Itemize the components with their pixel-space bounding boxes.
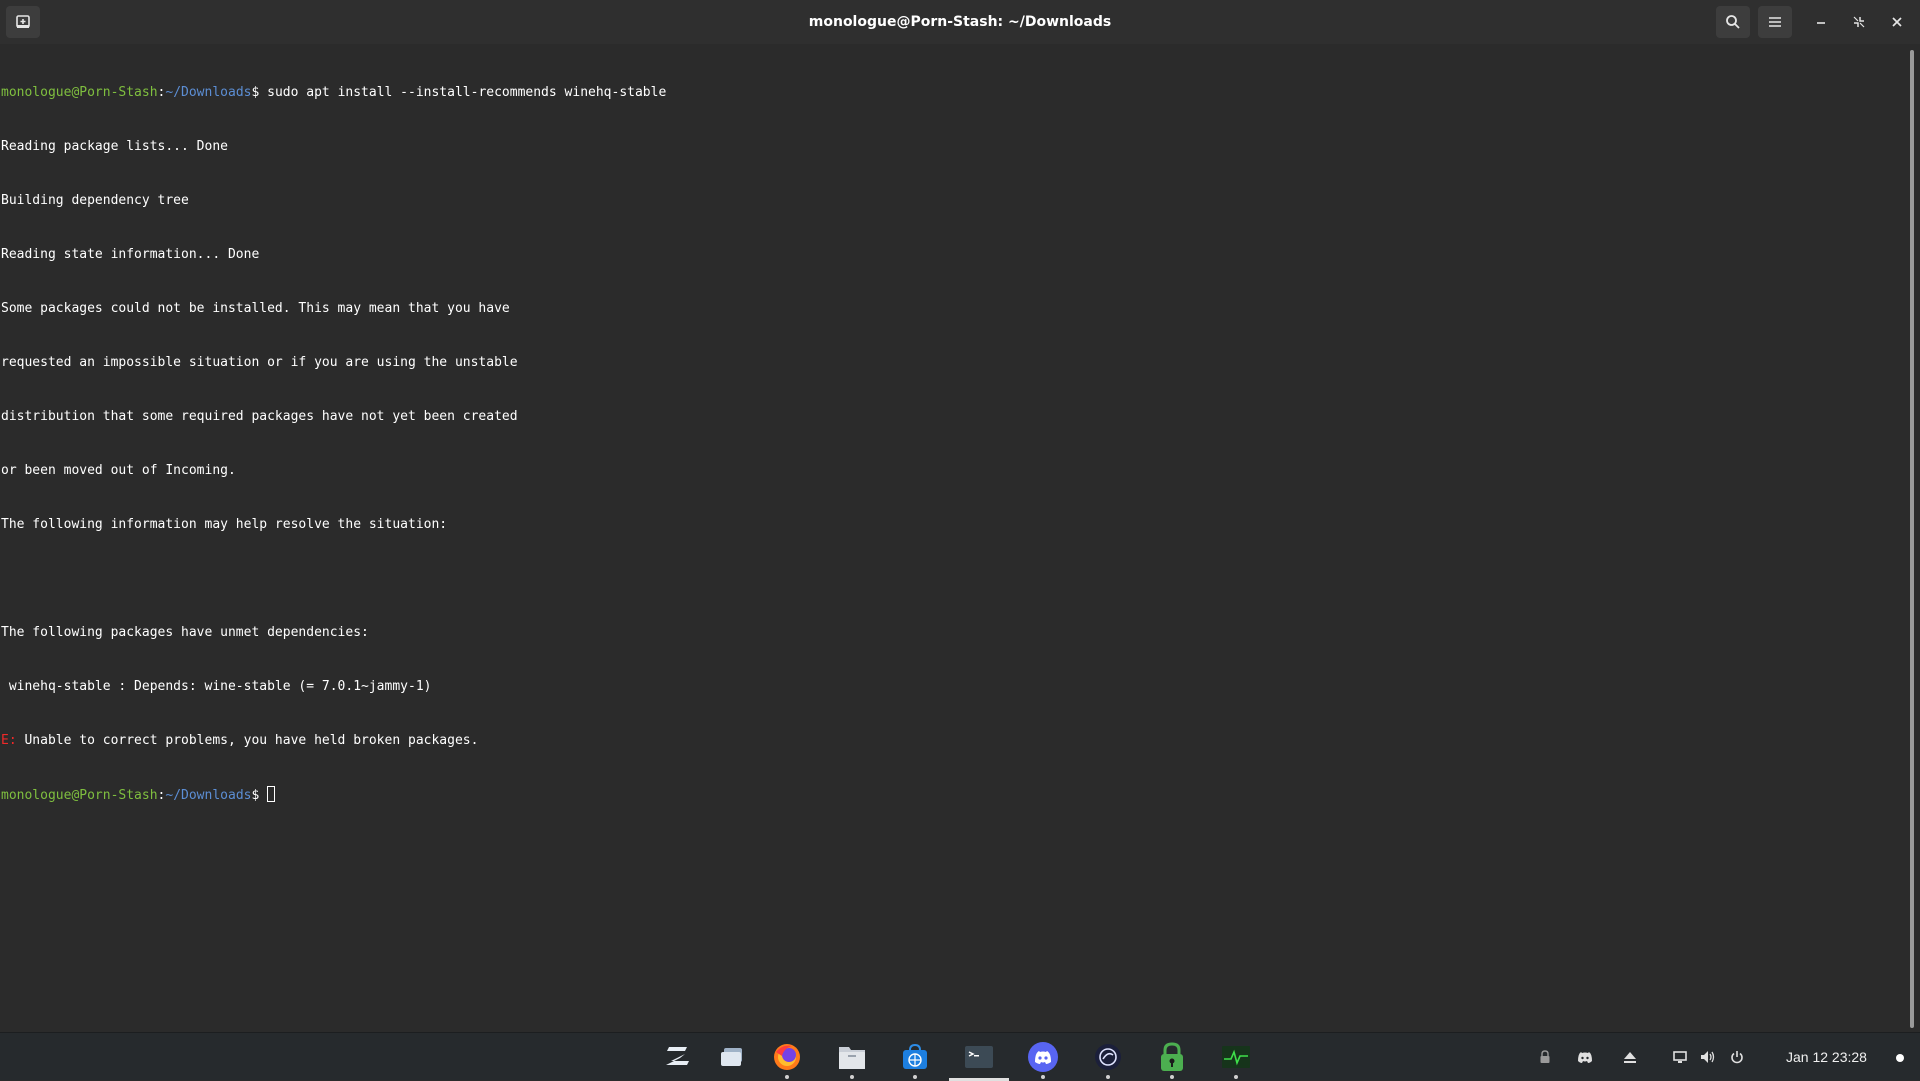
hamburger-menu-icon [1769, 17, 1781, 27]
terminal-output[interactable]: monologue@Porn-Stash:~/Downloads$ sudo a… [0, 44, 1908, 1032]
minimize-icon [1817, 22, 1825, 24]
notification-indicator[interactable] [1896, 1054, 1904, 1062]
system-monitor-icon [1222, 1046, 1250, 1068]
display-icon [1673, 1051, 1687, 1063]
prompt-path: ~/Downloads [165, 85, 252, 100]
running-indicator [1234, 1075, 1238, 1079]
discord-button[interactable] [1023, 1039, 1063, 1079]
lock-tray-button[interactable] [1534, 1045, 1556, 1069]
vpn-button[interactable] [1152, 1039, 1192, 1079]
prompt-path: ~/Downloads [165, 788, 252, 803]
taskbar: Jan 12 23:28 [0, 1032, 1920, 1081]
prompt-line: monologue@Porn-Stash:~/Downloads$ [1, 786, 1908, 804]
files-icon [839, 1047, 865, 1069]
files-button[interactable] [832, 1039, 872, 1079]
menu-button[interactable] [1758, 6, 1792, 38]
discord-tray-icon [1578, 1052, 1592, 1063]
terminal-icon [965, 1046, 993, 1068]
software-store-button[interactable] [895, 1039, 935, 1079]
error-line: E: Unable to correct problems, you have … [1, 732, 1908, 750]
output-line: winehq-stable : Depends: wine-stable (= … [1, 679, 432, 694]
prompt-user: monologue@Porn-Stash [1, 85, 158, 100]
terminal-scrollbar[interactable] [1910, 50, 1914, 1028]
restore-icon [1853, 16, 1865, 28]
volume-tray-button[interactable] [1697, 1045, 1719, 1069]
error-prefix: E: [1, 733, 17, 748]
running-indicator [913, 1075, 917, 1079]
running-indicator [1106, 1075, 1110, 1079]
terminal-button[interactable] [949, 1039, 1009, 1081]
software-store-icon [903, 1043, 927, 1069]
discord-tray-button[interactable] [1574, 1045, 1596, 1069]
output-line: Reading package lists... Done [1, 139, 228, 154]
running-indicator [785, 1075, 789, 1079]
eject-tray-button[interactable] [1619, 1045, 1641, 1069]
zorin-menu-button[interactable] [658, 1039, 698, 1075]
minimize-button[interactable] [1804, 6, 1838, 38]
running-indicator [1170, 1075, 1174, 1079]
output-line: The following information may help resol… [1, 517, 448, 532]
eject-icon [1624, 1052, 1636, 1063]
output-line: The following packages have unmet depend… [1, 625, 369, 640]
search-button[interactable] [1716, 6, 1750, 38]
command-line: monologue@Porn-Stash:~/Downloads$ sudo a… [1, 84, 1908, 102]
output-line: or been moved out of Incoming. [1, 463, 236, 478]
volume-icon [1701, 1051, 1715, 1063]
firefox-icon [774, 1044, 800, 1070]
output-line: Reading state information... Done [1, 247, 260, 262]
power-tray-button[interactable] [1726, 1045, 1748, 1069]
zorin-menu-icon [666, 1047, 689, 1065]
close-icon [1892, 17, 1902, 27]
search-icon [1726, 15, 1740, 29]
restore-button[interactable] [1842, 6, 1876, 38]
workspaces-icon [721, 1048, 742, 1066]
output-line: Building dependency tree [1, 193, 189, 208]
vpn-lock-icon [1161, 1042, 1183, 1071]
close-button[interactable] [1880, 6, 1914, 38]
display-tray-button[interactable] [1669, 1045, 1691, 1069]
output-line: distribution that some required packages… [1, 409, 518, 424]
output-line: requested an impossible situation or if … [1, 355, 518, 370]
system-monitor-button[interactable] [1216, 1039, 1256, 1079]
window-titlebar: monologue@Porn-Stash: ~/Downloads [0, 0, 1920, 44]
prompt-user: monologue@Porn-Stash [1, 788, 158, 803]
error-message: Unable to correct problems, you have hel… [16, 733, 479, 748]
discord-icon [1028, 1042, 1058, 1072]
firefox-button[interactable] [767, 1039, 807, 1079]
clock[interactable]: Jan 12 23:28 [1786, 1033, 1867, 1081]
running-indicator [1041, 1075, 1045, 1079]
workspaces-button[interactable] [712, 1039, 752, 1075]
running-indicator [850, 1075, 854, 1079]
lock-icon [1540, 1050, 1550, 1063]
prompt-dollar: $ [251, 788, 260, 803]
power-icon [1731, 1051, 1743, 1064]
app-button[interactable] [1088, 1039, 1128, 1079]
command-text: sudo apt install --install-recommends wi… [259, 85, 667, 100]
output-line: Some packages could not be installed. Th… [1, 301, 510, 316]
app-icon [1095, 1044, 1121, 1070]
text-cursor [267, 786, 276, 802]
window-title: monologue@Porn-Stash: ~/Downloads [808, 14, 1112, 30]
